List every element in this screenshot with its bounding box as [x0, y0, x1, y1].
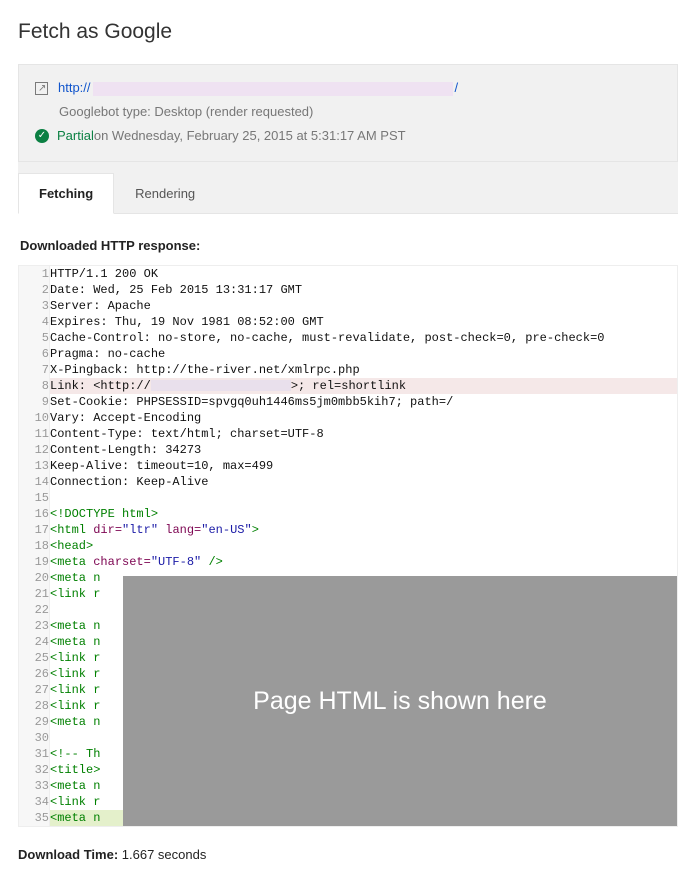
line-number: 8	[19, 378, 50, 394]
line-number: 1	[19, 266, 50, 282]
line-number: 31	[19, 746, 50, 762]
download-time: Download Time: 1.667 seconds	[18, 847, 678, 862]
line-number: 35	[19, 810, 50, 826]
line-number: 7	[19, 362, 50, 378]
line-number: 16	[19, 506, 50, 522]
code-line: Server: Apache	[50, 298, 678, 314]
line-number: 25	[19, 650, 50, 666]
code-line: Content-Type: text/html; charset=UTF-8	[50, 426, 678, 442]
status-date: on Wednesday, February 25, 2015 at 5:31:…	[94, 127, 406, 145]
tab-rendering[interactable]: Rendering	[114, 173, 216, 214]
tabs: Fetching Rendering	[18, 162, 678, 214]
status-label: Partial	[57, 127, 94, 145]
line-number: 17	[19, 522, 50, 538]
page-title: Fetch as Google	[18, 20, 678, 44]
line-number: 22	[19, 602, 50, 618]
line-number: 19	[19, 554, 50, 570]
code-line: X-Pingback: http://the-river.net/xmlrpc.…	[50, 362, 678, 378]
line-number: 27	[19, 682, 50, 698]
code-line: HTTP/1.1 200 OK	[50, 266, 678, 282]
code-line: Pragma: no-cache	[50, 346, 678, 362]
code-line: Content-Length: 34273	[50, 442, 678, 458]
http-response-code: 1HTTP/1.1 200 OK 2Date: Wed, 25 Feb 2015…	[18, 265, 678, 827]
line-number: 11	[19, 426, 50, 442]
line-number: 32	[19, 762, 50, 778]
line-number: 20	[19, 570, 50, 586]
line-number: 4	[19, 314, 50, 330]
code-line: Cache-Control: no-store, no-cache, must-…	[50, 330, 678, 346]
code-line: Link: <http:// >; rel=shortlink	[50, 378, 678, 394]
checkmark-icon: ✓	[35, 129, 49, 143]
code-line: Connection: Keep-Alive	[50, 474, 678, 490]
line-number: 34	[19, 794, 50, 810]
line-number: 13	[19, 458, 50, 474]
line-number: 33	[19, 778, 50, 794]
line-number: 3	[19, 298, 50, 314]
overlay-label: Page HTML is shown here	[123, 576, 677, 826]
code-text: >; rel=shortlink	[291, 379, 406, 393]
code-line: Keep-Alive: timeout=10, max=499	[50, 458, 678, 474]
code-text: Link: <http://	[50, 379, 151, 393]
tab-fetching[interactable]: Fetching	[18, 173, 114, 214]
code-line: Date: Wed, 25 Feb 2015 13:31:17 GMT	[50, 282, 678, 298]
code-line: <!DOCTYPE html>	[50, 506, 678, 522]
code-line: <meta charset="UTF-8" />	[50, 554, 678, 570]
code-redacted	[151, 380, 291, 391]
url-redacted	[93, 82, 453, 96]
download-time-value: 1.667 seconds	[118, 847, 206, 862]
code-line: Set-Cookie: PHPSESSID=spvgq0uh1446ms5jm0…	[50, 394, 678, 410]
code-line: Vary: Accept-Encoding	[50, 410, 678, 426]
code-line: <html dir="ltr" lang="en-US">	[50, 522, 678, 538]
line-number: 21	[19, 586, 50, 602]
code-line: <head>	[50, 538, 678, 554]
section-label: Downloaded HTTP response:	[20, 238, 678, 253]
download-time-label: Download Time:	[18, 847, 118, 862]
line-number: 30	[19, 730, 50, 746]
fetched-url-link[interactable]: http:// /	[58, 79, 458, 97]
url-trail: /	[455, 80, 459, 95]
line-number: 15	[19, 490, 50, 506]
url-scheme: http://	[58, 80, 91, 95]
url-row: http:// /	[35, 79, 661, 97]
line-number: 6	[19, 346, 50, 362]
line-number: 14	[19, 474, 50, 490]
code-line	[50, 490, 678, 506]
line-number: 28	[19, 698, 50, 714]
line-number: 2	[19, 282, 50, 298]
googlebot-type: Googlebot type: Desktop (render requeste…	[59, 103, 313, 121]
line-number: 26	[19, 666, 50, 682]
line-number: 10	[19, 410, 50, 426]
line-number: 29	[19, 714, 50, 730]
external-link-icon	[35, 82, 48, 95]
line-number: 23	[19, 618, 50, 634]
line-number: 24	[19, 634, 50, 650]
status-row: ✓ Partial on Wednesday, February 25, 201…	[35, 127, 661, 145]
line-number: 9	[19, 394, 50, 410]
code-line: Expires: Thu, 19 Nov 1981 08:52:00 GMT	[50, 314, 678, 330]
line-number: 5	[19, 330, 50, 346]
info-box: http:// / Googlebot type: Desktop (render…	[18, 64, 678, 162]
line-number: 18	[19, 538, 50, 554]
line-number: 12	[19, 442, 50, 458]
